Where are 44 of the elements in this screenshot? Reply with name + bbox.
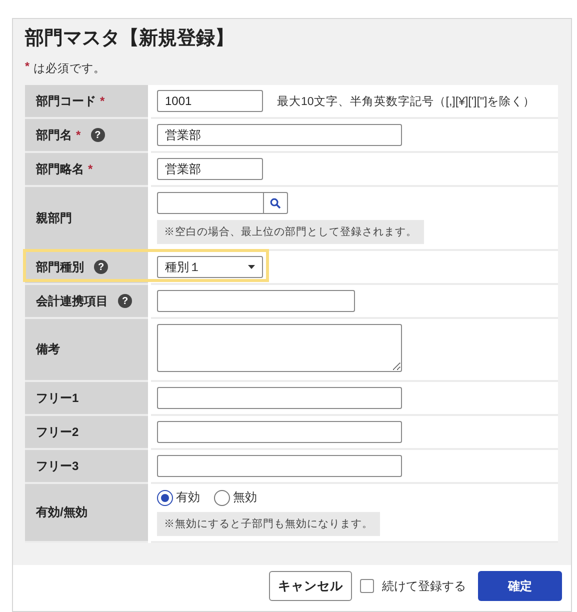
- radio-option[interactable]: 有効: [157, 489, 200, 506]
- required-note: は必須です。: [33, 62, 106, 76]
- text-field[interactable]: [157, 421, 402, 443]
- radio-option[interactable]: 無効: [214, 489, 257, 506]
- radio-button[interactable]: [214, 490, 230, 506]
- field-label: 有効/無効: [36, 504, 88, 521]
- text-field[interactable]: 1001: [157, 90, 263, 112]
- field-label: フリー1: [36, 390, 79, 406]
- search-icon: [270, 198, 281, 208]
- radio-button[interactable]: [157, 490, 173, 506]
- page-title: 部門マスタ【新規登録】: [25, 26, 235, 51]
- text-field[interactable]: 営業部: [157, 124, 402, 146]
- field-label: フリー3: [36, 458, 79, 474]
- field-label: 部門コード: [36, 92, 96, 110]
- text-field[interactable]: [157, 192, 264, 214]
- field-label: フリー2: [36, 424, 79, 440]
- note-text: ※無効にすると子部門も無効になります。: [157, 512, 380, 536]
- checkbox[interactable]: [360, 579, 374, 593]
- field-label: 部門名: [36, 126, 72, 144]
- required-mark: *: [25, 61, 30, 75]
- field-label: 備考: [36, 341, 60, 358]
- text-field[interactable]: [157, 290, 355, 312]
- help-icon[interactable]: ?: [94, 260, 108, 274]
- caret-icon: [248, 265, 255, 269]
- confirm-button[interactable]: 確定: [478, 571, 562, 601]
- search-button[interactable]: [264, 192, 288, 214]
- checkbox-label[interactable]: 続けて登録する: [382, 578, 466, 594]
- required-mark: *: [76, 128, 81, 142]
- field-label: 部門略名: [36, 160, 84, 178]
- text-area[interactable]: [157, 324, 402, 372]
- help-icon[interactable]: ?: [118, 294, 132, 308]
- field-label: 会計連携項目: [36, 292, 108, 310]
- text-field[interactable]: [157, 387, 402, 409]
- field-hint: 最大10文字、半角英数字記号（[,][¥][']["]を除く）: [277, 94, 536, 108]
- cancel-button[interactable]: キャンセル: [269, 571, 352, 601]
- field-label: 親部門: [36, 210, 72, 226]
- select-field[interactable]: 種別１: [157, 256, 263, 278]
- required-mark: *: [88, 162, 93, 176]
- text-field[interactable]: [157, 455, 402, 477]
- required-mark: *: [100, 94, 105, 108]
- help-icon[interactable]: ?: [90, 128, 105, 142]
- note-text: ※空白の場合、最上位の部門として登録されます。: [157, 220, 424, 244]
- text-field[interactable]: 営業部: [157, 158, 263, 180]
- field-label: 部門種別: [36, 258, 84, 276]
